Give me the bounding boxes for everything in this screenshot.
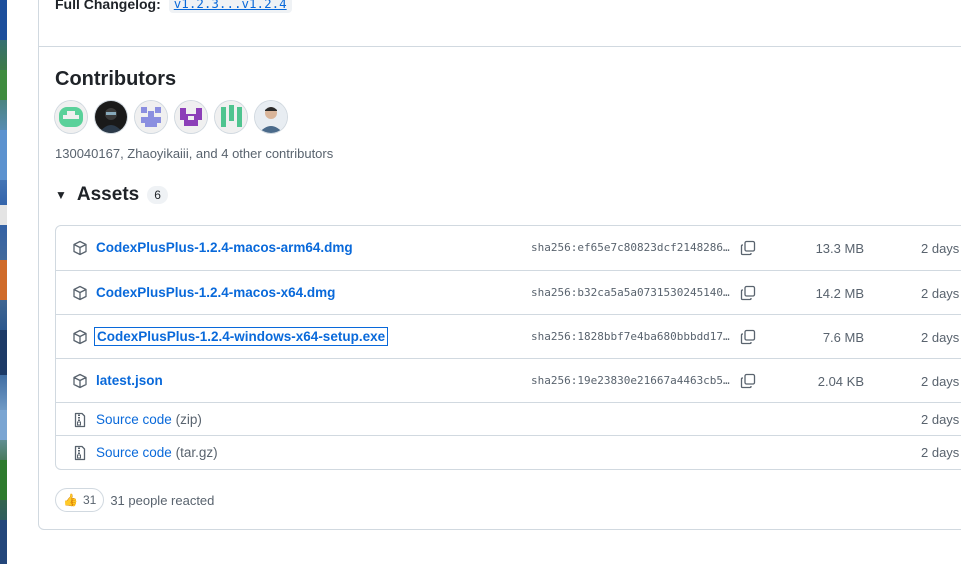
asset-sha256: sha256:ef65e7c80823dcf2148286… [531,241,730,254]
copy-icon[interactable] [740,285,756,301]
file-zip-icon [74,412,86,428]
full-changelog: Full Changelog: v1.2.3...v1.2.4 [55,0,292,13]
assets-count-badge: 6 [147,186,168,204]
thumbs-up-reaction-button[interactable]: 👍 31 [55,488,105,512]
copy-icon[interactable] [740,329,756,345]
asset-date: 2 days [921,330,960,345]
asset-link[interactable]: CodexPlusPlus-1.2.4-macos-arm64.dmg [96,240,353,255]
avatar[interactable] [55,101,87,133]
source-row: Source code (tar.gz) 2 days [56,435,961,469]
divider [39,46,961,47]
asset-date: 2 days [921,241,960,256]
asset-size: 2.04 KB [817,374,864,389]
asset-link[interactable]: CodexPlusPlus-1.2.4-windows-x64-setup.ex… [93,327,389,346]
asset-date: 2 days [921,374,960,389]
source-zip-link[interactable]: Source code (zip) [96,412,202,427]
desktop-edge [0,0,7,564]
caret-down-icon[interactable]: ▼ [55,188,67,202]
asset-date: 2 days [921,445,960,460]
asset-sha256: sha256:1828bbf7e4ba680bbbdd17… [531,330,730,343]
changelog-label: Full Changelog: [55,0,161,12]
asset-size: 13.3 MB [815,241,864,256]
reaction-summary: 31 people reacted [110,492,215,508]
avatar[interactable] [135,101,167,133]
asset-sha256: sha256:19e23830e21667a4463cb5… [531,374,730,387]
asset-date: 2 days [921,412,960,427]
avatar[interactable] [215,101,247,133]
asset-link[interactable]: CodexPlusPlus-1.2.4-macos-x64.dmg [96,285,335,300]
avatar[interactable] [95,101,127,133]
package-icon [73,329,87,345]
source-format: (tar.gz) [175,445,218,460]
asset-size: 14.2 MB [815,286,864,301]
copy-icon[interactable] [740,373,756,389]
asset-row: CodexPlusPlus-1.2.4-macos-arm64.dmg sha2… [56,226,961,270]
asset-date: 2 days [921,286,960,301]
contributors-summary: 130040167, Zhaoyikaiii, and 4 other cont… [55,146,334,161]
package-icon [73,240,87,256]
reaction-count: 31 [82,493,97,507]
asset-row: CodexPlusPlus-1.2.4-macos-x64.dmg sha256… [56,270,961,315]
thumbs-up-icon: 👍 [63,493,78,507]
avatar[interactable] [255,101,287,133]
source-format: (zip) [175,412,202,427]
source-label: Source code [96,412,172,427]
asset-link[interactable]: latest.json [96,373,163,388]
source-row: Source code (zip) 2 days [56,402,961,436]
asset-sha256: sha256:b32ca5a5a0731530245140… [531,286,730,299]
package-icon [73,373,87,389]
source-targz-link[interactable]: Source code (tar.gz) [96,445,218,460]
asset-size: 7.6 MB [822,330,864,345]
assets-heading: Assets [76,184,140,205]
source-label: Source code [96,445,172,460]
copy-icon[interactable] [740,240,756,256]
contributor-avatars [55,101,287,133]
asset-row: CodexPlusPlus-1.2.4-windows-x64-setup.ex… [56,314,961,359]
asset-row: latest.json sha256:19e23830e21667a4463cb… [56,358,961,403]
file-zip-icon [74,445,86,461]
package-icon [73,285,87,301]
changelog-link[interactable]: v1.2.3...v1.2.4 [168,0,292,13]
contributors-heading: Contributors [55,68,177,90]
assets-list: CodexPlusPlus-1.2.4-macos-arm64.dmg sha2… [55,225,961,470]
avatar[interactable] [175,101,207,133]
assets-header[interactable]: ▼ Assets 6 [55,184,168,206]
reactions-bar: 👍 31 31 people reacted [55,488,214,512]
